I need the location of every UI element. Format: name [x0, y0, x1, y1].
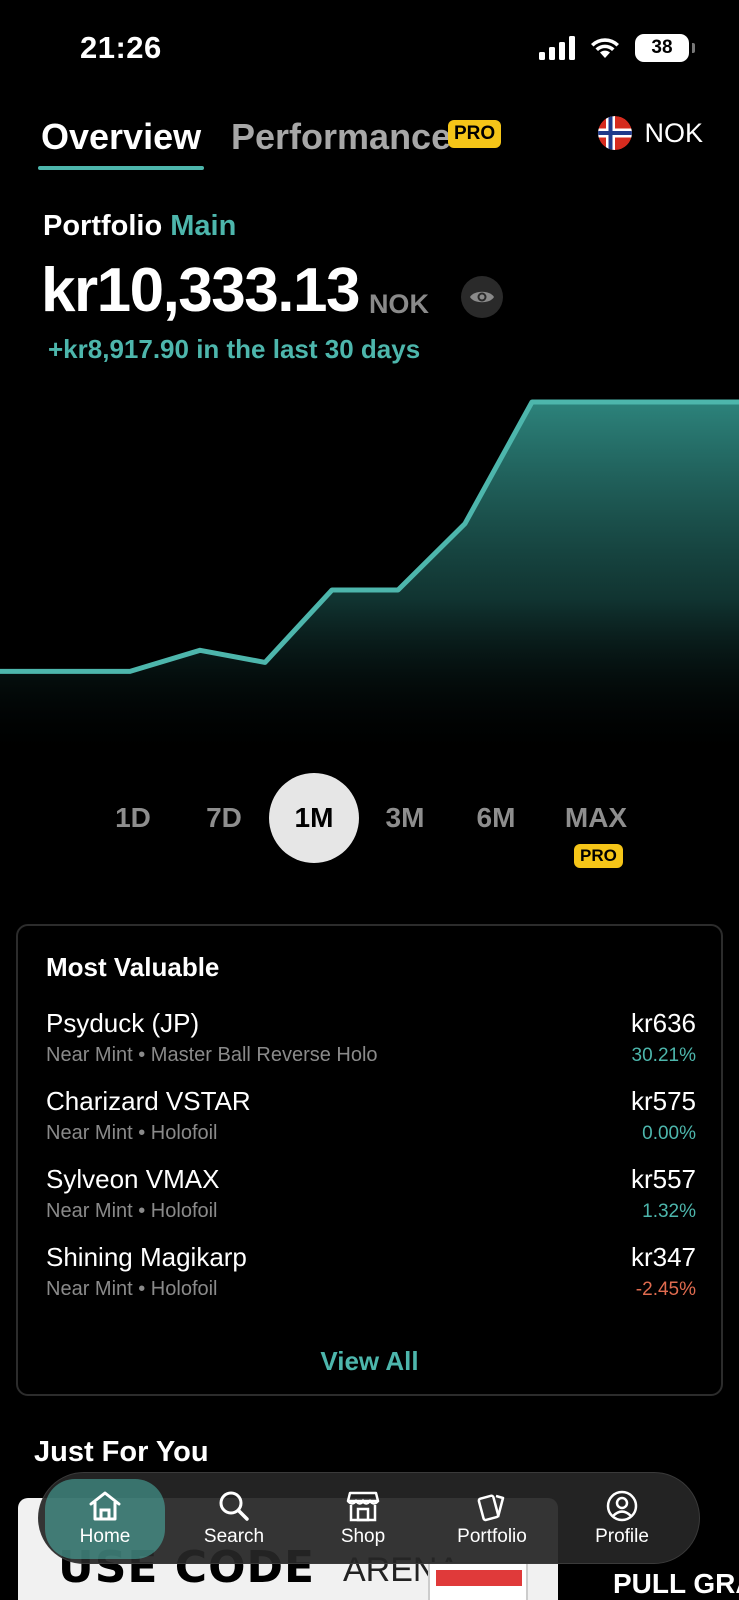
search-icon [219, 1491, 249, 1521]
currency-selector[interactable]: NOK [598, 116, 703, 150]
nav-home[interactable]: Home [45, 1479, 165, 1559]
list-item[interactable]: Psyduck (JP) Near Mint • Master Ball Rev… [46, 1008, 696, 1078]
nav-label: Profile [595, 1526, 649, 1547]
item-price: kr636 [630, 1008, 696, 1038]
list-item[interactable]: Charizard VSTAR Near Mint • Holofoil kr5… [46, 1086, 696, 1156]
profile-icon [606, 1490, 638, 1522]
norway-flag-icon [598, 116, 633, 150]
item-detail: Near Mint • Holofoil [46, 1122, 218, 1144]
nav-portfolio[interactable]: Portfolio [432, 1479, 552, 1559]
item-detail: Near Mint • Holofoil [46, 1200, 218, 1222]
status-bar: 21:26 38 [0, 0, 739, 100]
item-name: Charizard VSTAR [46, 1086, 251, 1116]
chart-area [0, 402, 739, 760]
list-item[interactable]: Shining Magikarp Near Mint • Holofoil kr… [46, 1242, 696, 1312]
shop-icon [346, 1491, 380, 1522]
cards-icon [477, 1494, 505, 1522]
item-change: 0.00% [642, 1123, 696, 1144]
nav-label: Home [79, 1526, 131, 1547]
currency-code: NOK [644, 117, 703, 148]
portfolio-label-text: Portfolio [43, 210, 163, 242]
item-detail: Near Mint • Master Ball Reverse Holo [46, 1044, 378, 1066]
bottom-nav: Home Search Shop Portfolio Profile [38, 1472, 700, 1564]
battery-icon: 38 [635, 34, 695, 62]
item-change: -2.45% [635, 1279, 696, 1300]
balance-row: kr10,333.13 NOK [41, 255, 429, 326]
nav-label: Search [203, 1526, 265, 1547]
range-7d[interactable]: 7D [179, 773, 269, 863]
range-1d[interactable]: 1D [88, 773, 178, 863]
portfolio-name: Main [170, 210, 237, 242]
portfolio-label[interactable]: Portfolio Main [43, 210, 236, 243]
home-icon [89, 1491, 121, 1521]
slab-label [436, 1570, 522, 1586]
nav-search[interactable]: Search [174, 1479, 294, 1559]
nav-label: Shop [340, 1526, 386, 1547]
wifi-icon [591, 38, 619, 58]
balance-currency: NOK [368, 289, 429, 319]
view-all-link[interactable]: View All [18, 1346, 721, 1377]
tab-overview[interactable]: Overview [41, 116, 201, 158]
promo-secondary-text: PULL GRA [613, 1568, 739, 1599]
item-price: kr557 [630, 1164, 696, 1194]
card-title: Most Valuable [46, 952, 220, 982]
status-time: 21:26 [80, 30, 162, 65]
performance-pro-badge: PRO [448, 120, 502, 148]
range-1m[interactable]: 1M [269, 773, 359, 863]
item-name: Psyduck (JP) [46, 1008, 200, 1038]
range-selector: 1D 7D 1M 3M 6M MAX PRO [0, 773, 739, 868]
range-6m[interactable]: 6M [451, 773, 541, 863]
max-pro-badge: PRO [574, 844, 623, 868]
item-name: Sylveon VMAX [46, 1164, 220, 1194]
nav-shop[interactable]: Shop [303, 1479, 423, 1559]
nav-label: Portfolio [457, 1526, 527, 1547]
portfolio-change: +kr8,917.90 in the last 30 days [48, 334, 421, 364]
portfolio-balance: kr10,333.13 [41, 256, 360, 325]
eye-icon [470, 291, 494, 303]
most-valuable-card: Most Valuable Psyduck (JP) Near Mint • M… [16, 924, 723, 1396]
item-change: 1.32% [642, 1201, 696, 1222]
range-3m[interactable]: 3M [360, 773, 450, 863]
list-item[interactable]: Sylveon VMAX Near Mint • Holofoil kr557 … [46, 1164, 696, 1234]
signal-icon [539, 36, 575, 60]
item-price: kr347 [630, 1242, 696, 1272]
top-tabs: Overview Performance PRO NOK [0, 108, 739, 178]
item-name: Shining Magikarp [46, 1242, 247, 1272]
portfolio-chart[interactable] [0, 380, 739, 760]
item-change: 30.21% [631, 1045, 696, 1066]
item-price: kr575 [630, 1086, 696, 1116]
status-icons: 38 [539, 34, 695, 62]
toggle-visibility-button[interactable] [461, 276, 503, 318]
item-detail: Near Mint • Holofoil [46, 1278, 218, 1300]
just-for-you-title: Just For You [34, 1436, 209, 1468]
tab-performance[interactable]: Performance [231, 116, 451, 158]
graded-card-image [428, 1562, 528, 1600]
nav-profile[interactable]: Profile [562, 1479, 682, 1559]
tab-active-indicator [38, 166, 204, 170]
